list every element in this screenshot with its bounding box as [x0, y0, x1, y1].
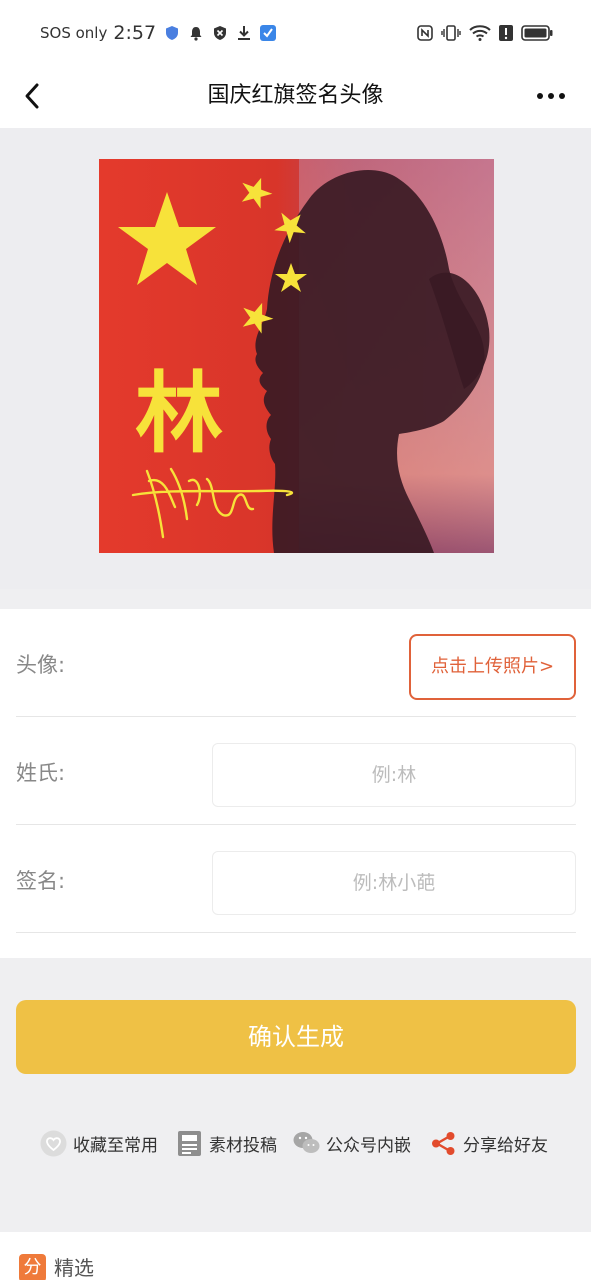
wifi-icon	[469, 25, 491, 41]
more-options-button[interactable]	[531, 76, 571, 116]
avatar-row: 头像: 点击上传照片>	[16, 609, 576, 717]
featured-label[interactable]: 精选	[54, 1254, 94, 1280]
favorite-label: 收藏至常用	[73, 1135, 158, 1156]
shield-icon	[166, 26, 179, 40]
submit-material-label: 素材投稿	[209, 1135, 277, 1156]
wechat-icon	[293, 1130, 320, 1157]
sos-status-text: SOS only	[40, 24, 108, 42]
upload-photo-button[interactable]: 点击上传照片>	[409, 634, 576, 700]
featured-badge: 分	[19, 1254, 46, 1280]
signature-row: 签名:	[16, 825, 576, 933]
app-notification-icon	[260, 25, 277, 41]
surname-character: 林	[135, 361, 223, 465]
vibrate-icon	[441, 25, 461, 41]
more-dot-icon	[537, 93, 543, 99]
embed-official-account-label: 公众号内嵌	[326, 1135, 411, 1156]
signature-input[interactable]	[212, 851, 576, 915]
signature-label: 签名:	[16, 869, 66, 893]
status-bar: SOS only 2:57	[0, 0, 591, 66]
submit-material-action[interactable]: 素材投稿	[176, 1122, 277, 1164]
surname-input[interactable]	[212, 743, 576, 807]
avatar-preview-image: 林	[99, 159, 494, 553]
clock-time: 2:57	[113, 22, 157, 44]
share-friends-action[interactable]: 分享给好友	[430, 1122, 548, 1164]
action-bar: 收藏至常用 素材投稿 公众号内嵌 分享给好友	[0, 1122, 591, 1164]
favorite-action[interactable]: 收藏至常用	[40, 1122, 158, 1164]
surname-label: 姓氏:	[16, 761, 66, 785]
alert-icon	[499, 25, 513, 41]
page-title: 国庆红旗签名头像	[207, 83, 384, 108]
download-icon	[238, 26, 251, 40]
confirm-generate-button[interactable]: 确认生成	[16, 1000, 576, 1074]
surname-row: 姓氏:	[16, 717, 576, 825]
share-friends-label: 分享给好友	[463, 1135, 548, 1156]
nfc-icon	[417, 25, 433, 41]
document-icon	[176, 1130, 203, 1157]
navigation-bar: 国庆红旗签名头像	[0, 66, 591, 128]
more-dot-icon	[559, 93, 565, 99]
preview-area: 林	[0, 128, 591, 589]
share-icon	[430, 1130, 457, 1157]
avatar-label: 头像:	[16, 653, 66, 677]
heart-icon	[40, 1130, 67, 1157]
featured-section: 分 精选	[0, 1232, 591, 1280]
bell-icon	[190, 27, 202, 41]
form-card: 头像: 点击上传照片> 姓氏: 签名:	[0, 609, 591, 958]
battery-icon	[521, 25, 553, 41]
blocked-icon	[214, 26, 227, 40]
more-dot-icon	[548, 93, 554, 99]
embed-official-account-action[interactable]: 公众号内嵌	[293, 1122, 411, 1164]
